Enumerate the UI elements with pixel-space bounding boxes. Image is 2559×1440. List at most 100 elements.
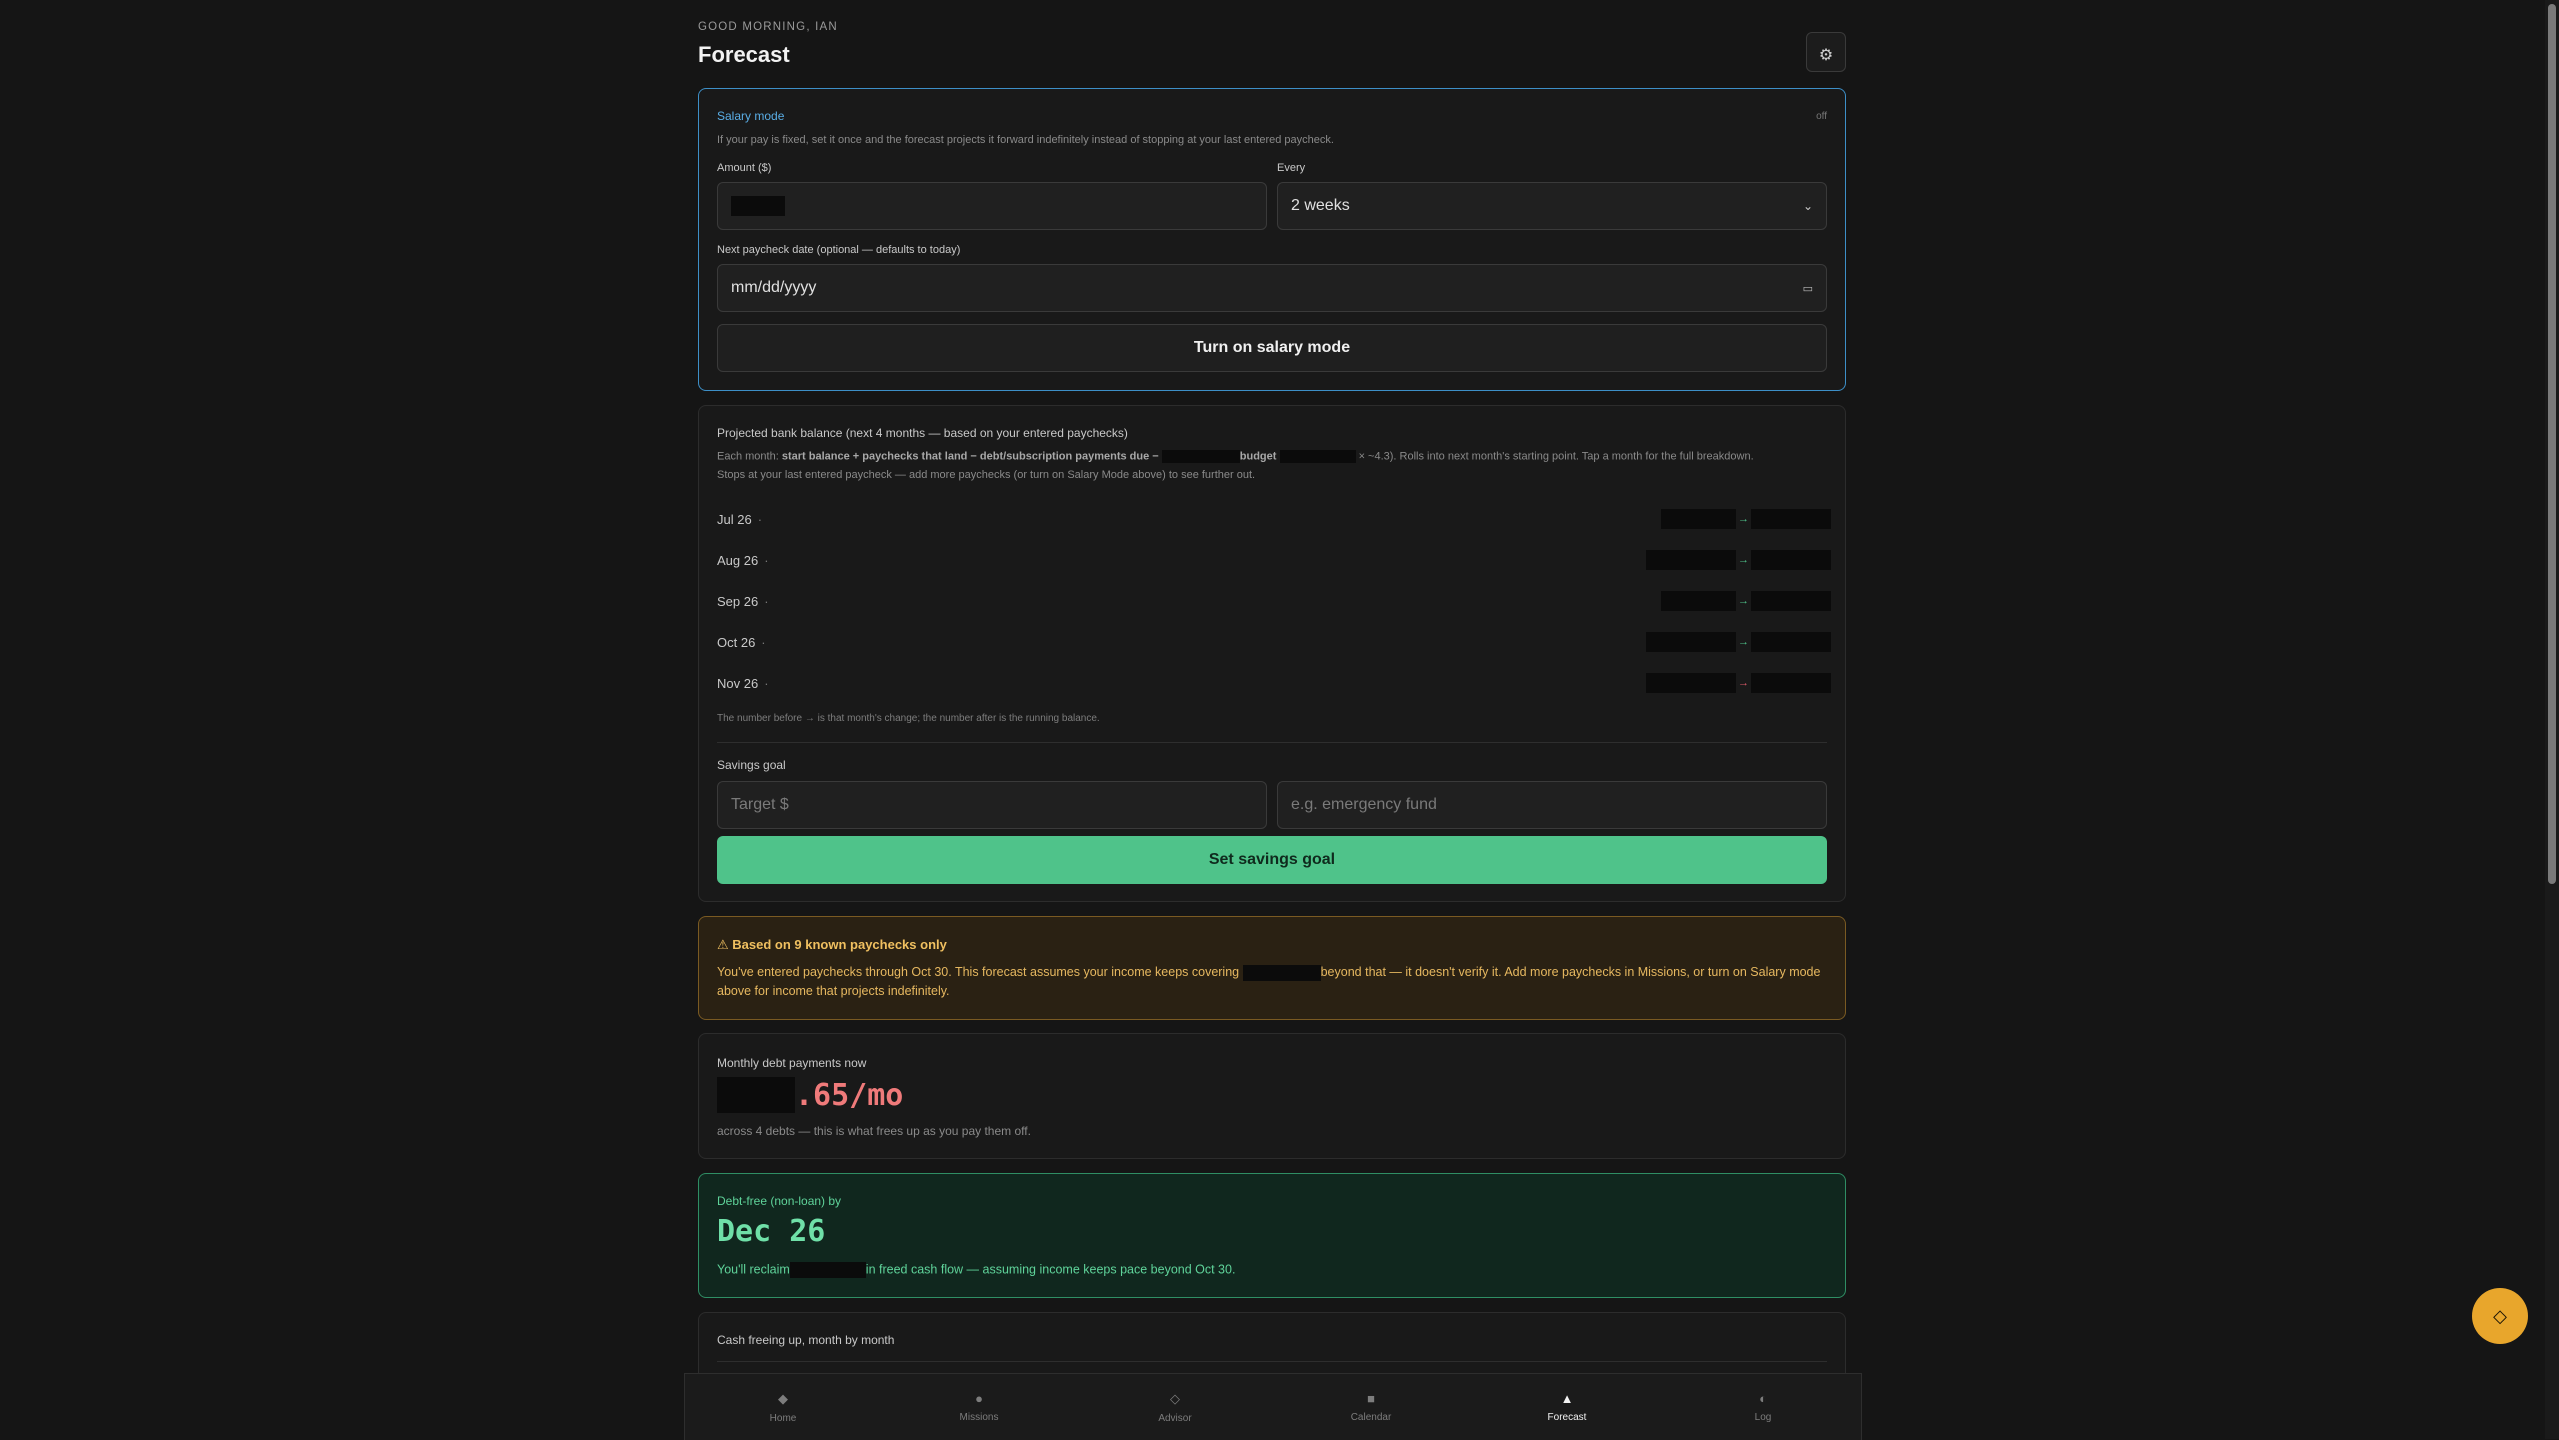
month-separator: · <box>757 511 763 527</box>
forecast-icon: ▲ <box>1560 1391 1574 1406</box>
warning-text-before: You've entered paychecks through Oct 30.… <box>717 965 1240 979</box>
name-placeholder: e.g. emergency fund <box>1291 796 1437 813</box>
advisor-icon: ◇ <box>1170 1390 1180 1406</box>
month-row[interactable]: Oct 26 · → <box>717 632 1831 652</box>
projection-formula: Each month: start balance + paychecks th… <box>717 450 1827 463</box>
redacted-value <box>1751 632 1831 652</box>
redacted-value <box>1646 550 1736 570</box>
projection-formula-line2: Stops at your last entered paycheck — ad… <box>717 469 1256 481</box>
month-label: Oct 26 <box>717 634 756 650</box>
redacted-value <box>1646 632 1736 652</box>
month-label: Jul 26 <box>717 511 752 527</box>
month-values: → <box>1646 550 1831 570</box>
nav-advisor[interactable]: ◇ Advisor <box>1077 1374 1273 1440</box>
redacted-value <box>1751 673 1831 693</box>
monthly-debt-card: Monthly debt payments now .65/mo across … <box>698 1033 1846 1159</box>
salary-description: If your pay is fixed, set it once and th… <box>717 134 1334 146</box>
debt-free-card: Debt-free (non-loan) by Dec 26 You'll re… <box>698 1173 1846 1298</box>
target-placeholder: Target $ <box>731 796 789 813</box>
month-values: → <box>1646 632 1831 652</box>
redacted-value <box>789 1262 866 1278</box>
nav-label: Advisor <box>1158 1412 1192 1424</box>
formula-prefix: Each month: <box>717 450 782 463</box>
redacted-value <box>1751 550 1831 570</box>
settings-button[interactable]: ⚙ <box>1806 32 1846 72</box>
paycheck-date-input[interactable]: mm/dd/yyyy ▭ <box>717 264 1827 312</box>
date-placeholder: mm/dd/yyyy <box>731 279 817 296</box>
page-title: Forecast <box>698 42 790 67</box>
warning-text: You've entered paychecks through Oct 30.… <box>717 963 1827 1001</box>
warning-title: ⚠ Based on 9 known paychecks only <box>717 937 947 953</box>
month-row[interactable]: Aug 26 · → <box>717 550 1831 570</box>
arrow-right-icon: → <box>1738 595 1749 607</box>
nav-label: Forecast <box>1547 1412 1587 1423</box>
calendar-icon[interactable]: ▭ <box>1803 282 1813 295</box>
projection-card: Projected bank balance (next 4 months — … <box>698 405 1846 902</box>
warning-icon: ⚠ <box>717 937 729 952</box>
projection-footnote: The number before → is that month's chan… <box>717 713 1100 724</box>
nav-log[interactable]: ◐ Log <box>1665 1374 1861 1440</box>
debt-amount: .65/mo <box>717 1077 903 1113</box>
redacted-value <box>1161 450 1240 463</box>
formula-bold: start balance + paychecks that land − de… <box>781 450 1159 463</box>
month-values: → <box>1661 509 1831 529</box>
nav-label: Missions <box>959 1412 999 1423</box>
redacted-value <box>1751 591 1831 611</box>
amount-input[interactable] <box>717 182 1267 230</box>
month-separator: · <box>764 552 769 568</box>
nav-label: Calendar <box>1350 1412 1392 1423</box>
savings-name-input[interactable]: e.g. emergency fund <box>1277 781 1827 829</box>
month-separator: · <box>764 675 769 691</box>
debt-free-text-before: You'll reclaim <box>717 1262 790 1277</box>
nav-home[interactable]: ◆ Home <box>685 1374 881 1440</box>
amount-label: Amount ($) <box>717 162 772 174</box>
savings-target-input[interactable]: Target $ <box>717 781 1267 829</box>
debt-label: Monthly debt payments now <box>717 1056 867 1070</box>
debt-free-label: Debt-free (non-loan) by <box>717 1194 842 1208</box>
nav-missions[interactable]: ● Missions <box>881 1374 1077 1440</box>
month-label: Sep 26 <box>717 593 759 609</box>
nav-label: Log <box>1754 1412 1772 1423</box>
salary-status[interactable]: off <box>1816 111 1827 122</box>
redacted-value <box>1242 964 1321 981</box>
floating-action-button[interactable]: ◇ <box>2472 1288 2528 1344</box>
month-row[interactable]: Sep 26 · → <box>717 591 1831 611</box>
debt-free-text-after: in freed cash flow — assuming income kee… <box>865 1262 1236 1277</box>
redacted-value <box>1279 450 1356 463</box>
redacted-value <box>717 1077 795 1113</box>
arrow-right-icon: → <box>1738 513 1749 525</box>
redacted-value <box>1646 673 1736 693</box>
turn-on-salary-button[interactable]: Turn on salary mode <box>717 324 1827 372</box>
divider <box>717 1361 1827 1362</box>
scrollbar-thumb[interactable] <box>2548 4 2556 884</box>
arrow-right-icon: → <box>1738 677 1749 689</box>
formula-budget: budget <box>1239 450 1277 463</box>
set-savings-goal-button[interactable]: Set savings goal <box>717 836 1827 884</box>
nav-calendar[interactable]: ■ Calendar <box>1273 1374 1469 1440</box>
debt-free-date: Dec 26 <box>717 1214 826 1249</box>
month-label: Nov 26 <box>717 675 759 691</box>
frequency-value: 2 weeks <box>1291 197 1350 214</box>
chevron-down-icon: ⌄ <box>1802 199 1813 213</box>
debt-free-text: You'll reclaim in freed cash flow — assum… <box>717 1262 1235 1278</box>
warning-title-text: Based on 9 known paychecks only <box>732 937 947 952</box>
divider <box>717 742 1827 743</box>
redacted-value <box>731 196 785 216</box>
paycheck-warning-card: ⚠ Based on 9 known paychecks only You've… <box>698 916 1846 1020</box>
debt-amount-suffix: .65/mo <box>795 1077 904 1113</box>
salary-mode-card: Salary mode off If your pay is fixed, se… <box>698 88 1846 391</box>
home-icon: ◆ <box>778 1390 788 1406</box>
month-separator: · <box>764 593 769 609</box>
nav-forecast[interactable]: ▲ Forecast <box>1469 1374 1665 1440</box>
month-values: → <box>1646 673 1831 693</box>
month-row[interactable]: Nov 26 · → <box>717 673 1831 693</box>
next-date-label: Next paycheck date (optional — defaults … <box>717 244 961 256</box>
frequency-select[interactable]: 2 weeks ⌄ <box>1277 182 1827 230</box>
diamond-icon: ◇ <box>2493 1305 2507 1326</box>
month-row[interactable]: Jul 26 · → <box>717 509 1831 529</box>
every-label: Every <box>1277 162 1306 174</box>
projection-heading: Projected bank balance (next 4 months — … <box>717 426 1128 440</box>
scrollbar[interactable] <box>2545 0 2559 1439</box>
redacted-value <box>1661 509 1736 529</box>
log-icon: ◐ <box>1759 1391 1767 1406</box>
